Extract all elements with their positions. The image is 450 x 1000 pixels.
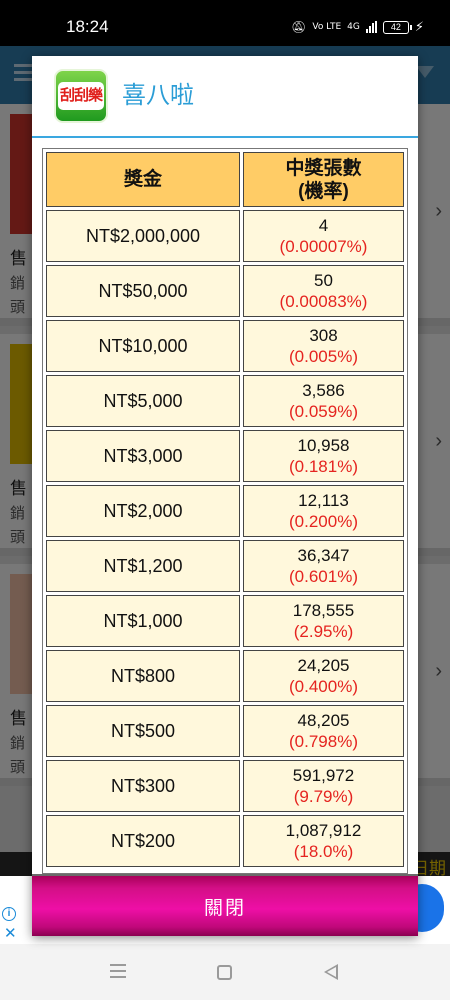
win-probability: (0.400%): [289, 677, 358, 696]
status-time: 18:24: [66, 17, 109, 36]
close-button[interactable]: 關閉: [32, 874, 418, 936]
title-divider: [32, 136, 418, 138]
home-icon[interactable]: [217, 965, 232, 980]
table-row: NT$3,000 10,958 (0.181%): [46, 430, 404, 482]
prize-table-container[interactable]: 獎金 中獎張數 (機率) NT$2,000,000 4 (0.00007%) NT$5…: [42, 148, 408, 874]
winning-count: 36,347: [297, 546, 350, 565]
prize-column-header: 獎金: [46, 152, 240, 207]
table-row: NT$200 1,087,912 (18.0%): [46, 815, 404, 867]
table-row: NT$1,200 36,347 (0.601%): [46, 540, 404, 592]
prize-amount-cell: NT$1,200: [46, 540, 240, 592]
prize-amount-cell: NT$800: [46, 650, 240, 702]
winning-count-cell: 178,555 (2.95%): [243, 595, 404, 647]
recent-apps-icon[interactable]: [110, 964, 126, 978]
win-probability: (0.601%): [289, 567, 358, 586]
table-row: NT$500 48,205 (0.798%): [46, 705, 404, 757]
winning-count: 3,586: [302, 381, 345, 400]
prize-amount-cell: NT$300: [46, 760, 240, 812]
prize-amount-cell: NT$500: [46, 705, 240, 757]
win-probability: (2.95%): [293, 622, 354, 641]
ad-close-icon[interactable]: ✕: [4, 926, 17, 941]
win-probability: (0.200%): [289, 512, 358, 531]
dialog-title: 喜八啦: [122, 82, 194, 109]
network-label: 4G: [347, 22, 360, 32]
winning-count-cell: 591,972 (9.79%): [243, 760, 404, 812]
probability-header-line: (機率): [298, 180, 349, 202]
mute-icon: 🔕︎: [291, 20, 307, 34]
winning-count-cell: 3,586 (0.059%): [243, 375, 404, 427]
win-probability: (0.00083%): [279, 292, 368, 311]
win-probability: (0.00007%): [279, 237, 368, 256]
winning-count-cell: 12,113 (0.200%): [243, 485, 404, 537]
winning-count: 591,972: [292, 766, 355, 785]
winning-count-cell: 48,205 (0.798%): [243, 705, 404, 757]
table-row: NT$10,000 308 (0.005%): [46, 320, 404, 372]
status-icons: 🔕︎ Vo LTE 4G 42 ⚡︎: [291, 16, 424, 38]
winning-count-cell: 50 (0.00083%): [243, 265, 404, 317]
winning-count: 12,113: [298, 491, 349, 510]
prize-amount-cell: NT$200: [46, 815, 240, 867]
prize-amount-cell: NT$5,000: [46, 375, 240, 427]
prize-amount-cell: NT$1,000: [46, 595, 240, 647]
prize-table: 獎金 中獎張數 (機率) NT$2,000,000 4 (0.00007%) NT$5…: [43, 149, 407, 870]
table-row: NT$50,000 50 (0.00083%): [46, 265, 404, 317]
prize-dialog: 刮刮樂 喜八啦 獎金 中獎張數 (機率) NT$2,000,000 4 (0.000…: [32, 56, 418, 936]
winning-count: 48,205: [297, 711, 350, 730]
winning-count: 308: [309, 326, 338, 345]
ad-info-icon[interactable]: i: [2, 907, 16, 921]
app-logo: 刮刮樂: [54, 69, 108, 123]
table-header-row: 獎金 中獎張數 (機率): [46, 152, 404, 207]
winning-count: 178,555: [292, 601, 355, 620]
table-row: NT$800 24,205 (0.400%): [46, 650, 404, 702]
table-row: NT$2,000,000 4 (0.00007%): [46, 210, 404, 262]
winning-count-cell: 10,958 (0.181%): [243, 430, 404, 482]
winning-count-cell: 308 (0.005%): [243, 320, 404, 372]
table-row: NT$1,000 178,555 (2.95%): [46, 595, 404, 647]
navigation-bar: [0, 944, 450, 1000]
win-probability: (9.79%): [293, 787, 354, 806]
winning-count: 10,958: [297, 436, 350, 455]
win-probability: (0.059%): [289, 402, 358, 421]
prize-amount-cell: NT$50,000: [46, 265, 240, 317]
win-probability: (18.0%): [293, 842, 354, 861]
win-probability: (0.181%): [289, 457, 358, 476]
back-icon-inner: [327, 967, 336, 977]
winning-count: 50: [314, 271, 333, 290]
dialog-header: 刮刮樂 喜八啦: [32, 56, 418, 136]
winning-count-cell: 24,205 (0.400%): [243, 650, 404, 702]
winning-count: 24,205: [297, 656, 350, 675]
prize-amount-cell: NT$3,000: [46, 430, 240, 482]
volte-label: Vo LTE: [312, 22, 342, 32]
winning-count: 1,087,912: [285, 821, 362, 840]
battery-icon: 42: [382, 20, 412, 34]
winning-count: 4: [318, 216, 329, 235]
prize-amount-cell: NT$2,000: [46, 485, 240, 537]
table-row: NT$300 591,972 (9.79%): [46, 760, 404, 812]
signal-icon: [365, 21, 377, 33]
prize-amount-cell: NT$2,000,000: [46, 210, 240, 262]
count-header-line: 中獎張數: [285, 157, 362, 179]
logo-text: 刮刮樂: [58, 82, 104, 110]
win-probability: (0.005%): [289, 347, 358, 366]
count-column-header: 中獎張數 (機率): [243, 152, 404, 207]
winning-count-cell: 1,087,912 (18.0%): [243, 815, 404, 867]
status-bar: 18:24 🔕︎ Vo LTE 4G 42 ⚡︎: [0, 0, 450, 46]
win-probability: (0.798%): [289, 732, 358, 751]
table-row: NT$5,000 3,586 (0.059%): [46, 375, 404, 427]
prize-amount-cell: NT$10,000: [46, 320, 240, 372]
winning-count-cell: 4 (0.00007%): [243, 210, 404, 262]
winning-count-cell: 36,347 (0.601%): [243, 540, 404, 592]
table-row: NT$2,000 12,113 (0.200%): [46, 485, 404, 537]
charging-icon: ⚡︎: [414, 19, 424, 34]
